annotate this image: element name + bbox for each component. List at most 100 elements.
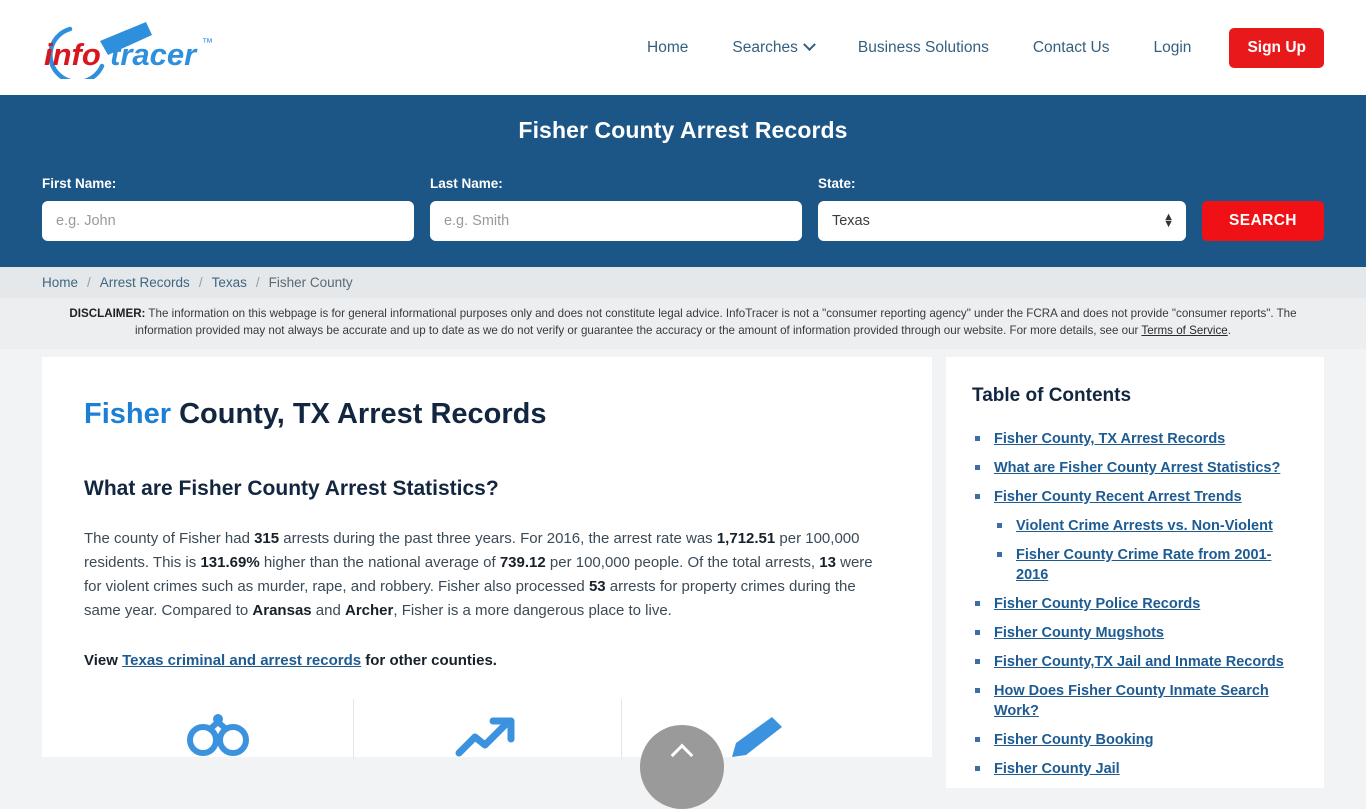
terms-of-service-link[interactable]: Terms of Service [1141, 324, 1227, 337]
stat-total-arrests: 315 [254, 530, 280, 547]
main-navigation: Home Searches Business Solutions Contact… [625, 27, 1324, 68]
breadcrumb-separator: / [87, 275, 91, 290]
toc-item[interactable]: Fisher County, TX Arrest Records [972, 429, 1298, 449]
stat-national-average: 739.12 [499, 554, 546, 571]
feature-cell-arrest-records[interactable] [84, 699, 353, 757]
toc-item[interactable]: What are Fisher County Arrest Statistics… [972, 458, 1298, 478]
breadcrumb-item-fisher-county: Fisher County [268, 275, 353, 290]
article-panel: Fisher County, TX Arrest Records What ar… [42, 357, 932, 759]
view-other-counties-line: View Texas criminal and arrest records f… [84, 649, 890, 673]
article-title-accent: Fisher [84, 398, 172, 430]
nav-label: Login [1153, 38, 1192, 56]
state-field-group: State: Texas ▲ ▼ [817, 176, 1186, 241]
toc-link[interactable]: Violent Crime Arrests vs. Non-Violent [1016, 518, 1273, 534]
view-prefix: View [84, 652, 123, 669]
logo[interactable]: info tracer ™ [42, 17, 342, 79]
stat-percent-higher: 131.69% [200, 554, 260, 571]
nav-label: Home [647, 38, 689, 56]
stat-property-arrests: 53 [588, 578, 606, 595]
stat-text: The county of Fisher had [84, 530, 255, 547]
disclaimer-banner: DISCLAIMER: The information on this webp… [0, 298, 1366, 349]
toc-item[interactable]: Fisher County Jail [972, 759, 1298, 779]
toc-heading: Table of Contents [972, 385, 1132, 406]
breadcrumb-item-home[interactable]: Home [42, 275, 78, 290]
first-name-input[interactable] [42, 201, 414, 241]
search-button[interactable]: SEARCH [1201, 201, 1324, 241]
toc-item[interactable]: Fisher County Recent Arrest Trends [972, 487, 1298, 507]
toc-item[interactable]: Fisher County Police Records [972, 594, 1298, 614]
chevron-up-icon [670, 743, 694, 767]
nav-item-login[interactable]: Login [1132, 29, 1214, 67]
toc-item[interactable]: Fisher County,TX Jail and Inmate Records [972, 652, 1298, 672]
stat-compare-county-2: Archer [345, 602, 394, 619]
toc-subitem[interactable]: Violent Crime Arrests vs. Non-Violent [972, 516, 1298, 536]
table-of-contents-panel: Table of Contents Fisher County, TX Arre… [946, 357, 1324, 788]
toc-item[interactable]: How Does Fisher County Inmate Search Wor… [972, 681, 1298, 721]
main-content: Fisher County, TX Arrest Records What ar… [0, 349, 1366, 788]
nav-label: Business Solutions [857, 38, 989, 56]
view-suffix: for other counties. [361, 652, 497, 669]
last-name-input[interactable] [429, 201, 802, 241]
stat-text: , Fisher is a more dangerous place to li… [393, 602, 672, 619]
breadcrumb-item-arrest-records[interactable]: Arrest Records [100, 275, 190, 290]
stat-text: per 100,000 people. Of the total arrests… [545, 554, 820, 571]
chevron-down-icon [802, 38, 816, 52]
search-form: First Name: Last Name: State: Texas ▲▼ S… [42, 176, 1324, 241]
svg-text:tracer: tracer [110, 37, 198, 72]
feature-icon-strip [84, 699, 890, 759]
toc-item[interactable]: Fisher County Mugshots [972, 623, 1298, 643]
texas-records-link[interactable]: Texas criminal and arrest records [122, 652, 361, 669]
state-select[interactable]: Texas [817, 201, 1186, 241]
breadcrumb: Home / Arrest Records / Texas / Fisher C… [0, 267, 1366, 298]
toc-list: Fisher County, TX Arrest Records What ar… [972, 429, 1298, 779]
nav-item-searches[interactable]: Searches [710, 29, 835, 67]
toc-link[interactable]: How Does Fisher County Inmate Search Wor… [994, 683, 1269, 719]
article-subtitle: What are Fisher County Arrest Statistics… [84, 477, 499, 500]
article-title: Fisher County, TX Arrest Records [84, 397, 890, 431]
sign-up-button[interactable]: Sign Up [1229, 27, 1324, 68]
site-header: info tracer ™ Home Searches Business Sol… [0, 0, 1366, 95]
stat-violent-arrests: 13 [819, 554, 836, 571]
nav-item-contact-us[interactable]: Contact Us [1011, 29, 1132, 67]
disclaimer-tail: . [1227, 323, 1231, 337]
feature-cell-arrest-trends[interactable] [352, 699, 622, 759]
svg-text:™: ™ [202, 37, 213, 49]
handcuffs-icon [187, 714, 250, 756]
arrest-statistics-paragraph: The county of Fisher had 315 arrests dur… [84, 527, 890, 623]
toc-item[interactable]: Fisher County Booking [972, 730, 1298, 750]
disclaimer-text: The information on this webpage is for g… [134, 307, 1297, 337]
toc-link[interactable]: Fisher County Mugshots [994, 625, 1164, 641]
toc-link[interactable]: Fisher County Booking [994, 732, 1154, 748]
trending-arrow-icon [455, 717, 515, 757]
toc-link[interactable]: Fisher County Recent Arrest Trends [994, 489, 1242, 505]
stat-compare-county-1: Aransas [252, 602, 312, 619]
scroll-to-top-button[interactable] [640, 725, 724, 809]
pen-icon [731, 717, 782, 757]
breadcrumb-separator: / [255, 275, 260, 290]
stat-text: arrests during the past three years. For… [279, 530, 717, 547]
article-title-rest: County, TX Arrest Records [171, 398, 547, 430]
breadcrumb-item-texas[interactable]: Texas [212, 275, 247, 290]
nav-item-business-solutions[interactable]: Business Solutions [836, 29, 1011, 67]
nav-label: Searches [732, 38, 798, 56]
hero-search-section: Fisher County Arrest Records First Name:… [0, 95, 1366, 267]
nav-item-home[interactable]: Home [625, 29, 710, 67]
infotracer-logo-icon: info tracer ™ [44, 21, 213, 79]
toc-link[interactable]: Fisher County Jail [994, 761, 1120, 777]
disclaimer-label: DISCLAIMER: [69, 307, 146, 320]
page-title: Fisher County Arrest Records [518, 117, 848, 143]
svg-text:info: info [44, 37, 101, 72]
state-label: State: [817, 176, 856, 191]
toc-link[interactable]: Fisher County, TX Arrest Records [994, 431, 1225, 447]
first-name-label: First Name: [42, 176, 117, 191]
toc-subitem[interactable]: Fisher County Crime Rate from 2001-2016 [972, 545, 1298, 585]
nav-label: Contact Us [1032, 38, 1110, 56]
toc-link[interactable]: Fisher County Crime Rate from 2001-2016 [1016, 547, 1271, 583]
toc-link[interactable]: What are Fisher County Arrest Statistics… [994, 460, 1280, 476]
stat-arrest-rate: 1,712.51 [716, 530, 776, 547]
toc-link[interactable]: Fisher County Police Records [994, 596, 1200, 612]
stat-text: and [311, 602, 345, 619]
toc-link[interactable]: Fisher County,TX Jail and Inmate Records [994, 654, 1284, 670]
breadcrumb-separator: / [198, 275, 203, 290]
last-name-field-group: Last Name: [429, 176, 802, 241]
